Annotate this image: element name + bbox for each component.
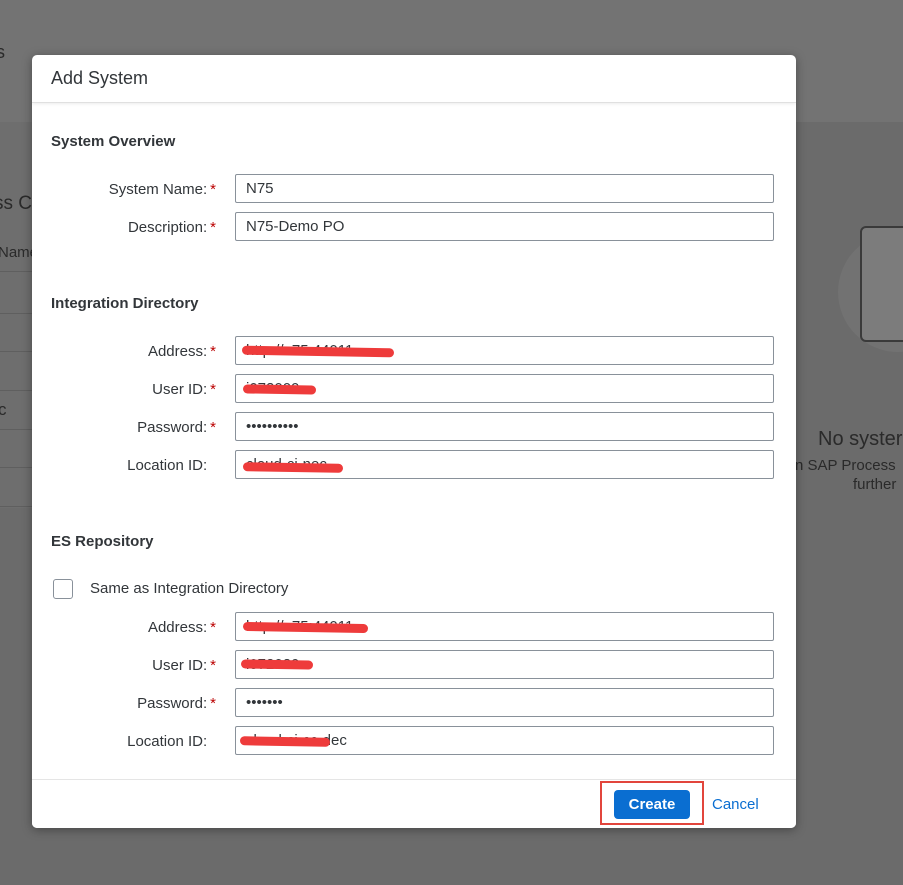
id-password-label: Password: * (137, 419, 216, 436)
es-user-id-input[interactable]: i072020 (235, 650, 774, 679)
id-user-id-label: User ID: * (152, 381, 216, 398)
empty-state-text: n SAP Process (795, 457, 896, 474)
dialog-header: Add System (32, 55, 796, 103)
background-divider (0, 351, 33, 352)
same-as-integration-directory-label[interactable]: Same as Integration Directory (90, 580, 288, 597)
background-fragment: ss C (0, 193, 32, 214)
id-location-id-label: Location ID:* (127, 457, 208, 474)
cancel-button[interactable]: Cancel (712, 796, 759, 813)
dialog-footer: Create Cancel (32, 779, 796, 828)
background-divider (0, 271, 33, 272)
es-address-label: Address: * (147, 619, 216, 636)
section-title-integration-directory: Integration Directory (51, 295, 199, 312)
section-title-es-repository: ES Repository (51, 533, 154, 550)
id-address-label: Address: * (147, 343, 216, 360)
background-divider (0, 506, 33, 507)
background-divider (0, 467, 33, 468)
es-password-input[interactable]: ••••••• (235, 688, 774, 717)
background-divider (0, 313, 33, 314)
redaction-mark (240, 659, 314, 670)
empty-state-illustration (838, 222, 903, 372)
same-as-integration-directory-checkbox[interactable] (53, 579, 73, 599)
background-list (0, 122, 33, 508)
es-location-id-label: Location ID:* (127, 733, 208, 750)
system-name-input[interactable]: N75 (235, 174, 774, 203)
system-name-label: System Name: * (108, 181, 216, 198)
add-system-dialog: Add System System Overview System Name: *… (32, 55, 796, 828)
es-password-label: Password: * (137, 695, 216, 712)
dialog-title: Add System (51, 68, 149, 88)
section-title-system-overview: System Overview (51, 133, 176, 150)
background-divider (0, 429, 33, 430)
description-input[interactable]: N75-Demo PO (235, 212, 774, 241)
create-button[interactable]: Create (614, 790, 690, 819)
redaction-mark (242, 462, 344, 473)
empty-state-text: further (853, 476, 897, 493)
redaction-mark (242, 384, 317, 395)
redaction-mark (239, 736, 331, 747)
background-divider (0, 390, 33, 391)
background-fragment: c (0, 400, 7, 419)
id-password-input[interactable]: •••••••••• (235, 412, 774, 441)
background-fragment: s (0, 42, 5, 62)
description-label: Description: * (127, 219, 216, 236)
es-user-id-label: User ID: * (152, 657, 216, 674)
empty-state-title: No syster (818, 428, 903, 450)
